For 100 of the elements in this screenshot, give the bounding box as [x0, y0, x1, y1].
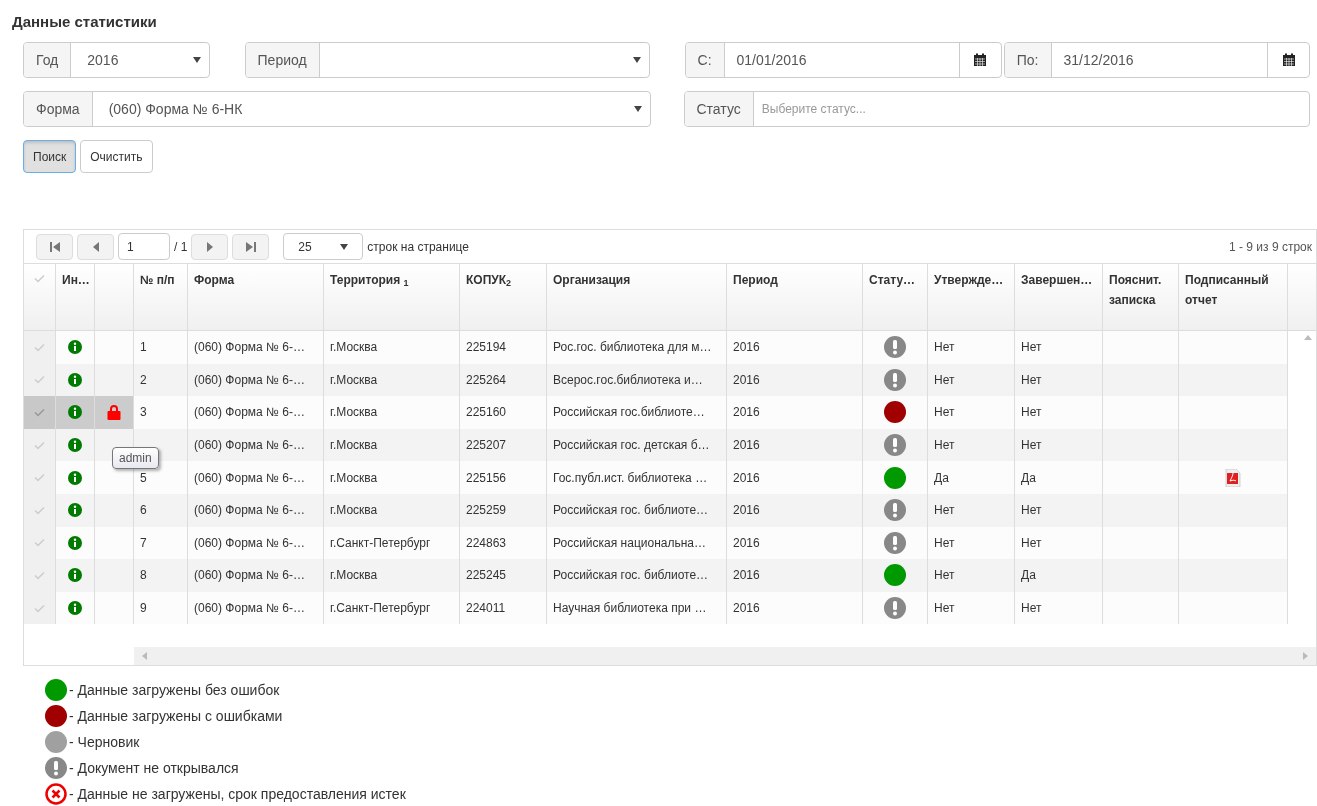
info-icon[interactable] [68, 470, 82, 485]
info-icon[interactable] [68, 503, 82, 518]
completed-value: Нет [1021, 600, 1042, 618]
approved-value: Нет [934, 404, 955, 422]
clear-button[interactable]: Очистить [80, 140, 153, 173]
column-header[interactable]: Стату… [869, 270, 921, 290]
territory: г.Санкт-Петербург [330, 534, 431, 552]
form-name: (060) Форма № 6-… [194, 502, 305, 520]
column-header[interactable]: Организация [553, 270, 720, 290]
organization: Российская гос. библиоте… [553, 567, 709, 585]
column-header[interactable]: № п/п [140, 270, 181, 290]
field-label: С: [685, 43, 725, 77]
form-select[interactable]: Форма (060) Форма № 6-НК [23, 91, 651, 127]
first-page-button[interactable] [36, 233, 73, 260]
check-icon[interactable] [34, 274, 45, 283]
page-size-select[interactable]: 25 [283, 233, 364, 260]
table-row[interactable]: 2 (060) Форма № 6-… г.Москва 225264 Всерос.гос.библиотека и… 2016 Нет Нет [24, 363, 1288, 397]
completed-value: Нет [1021, 371, 1042, 389]
check-icon[interactable] [34, 473, 45, 483]
organization: Научная библиотека при … [553, 600, 707, 618]
territory: г.Санкт-Петербург [330, 600, 431, 618]
form-name: (060) Форма № 6-… [194, 371, 305, 389]
kopuk-code: 225160 [466, 404, 507, 422]
info-icon[interactable] [68, 568, 82, 583]
table-row[interactable]: 3 (060) Форма № 6-… г.Москва 225160 Российская гос.библиоте… 2016 Нет Нет [24, 396, 1288, 429]
legend-text: - Черновик [69, 732, 140, 752]
row-number: 9 [140, 600, 147, 618]
kopuk-code: 225207 [466, 437, 507, 455]
completed-value: Нет [1021, 502, 1042, 520]
column-header[interactable]: КОПУК$_{2}$ [466, 270, 540, 290]
check-icon[interactable] [34, 538, 45, 548]
period: 2016 [733, 567, 760, 585]
caret-icon [340, 243, 349, 250]
table-row[interactable]: 9 (060) Форма № 6-… г.Санкт-Петербург 224011 Научная библиотека при … 2016 Нет Нет [24, 591, 1288, 625]
row-count: 1 - 9 из 9 строк [1229, 238, 1312, 256]
column-header[interactable]: Ин… [62, 270, 88, 290]
kopuk-code: 225156 [466, 469, 507, 487]
kopuk-code: 225194 [466, 339, 507, 357]
approved-value: Нет [934, 371, 955, 389]
table-row[interactable]: 7 (060) Форма № 6-… г.Санкт-Петербург 224863 Российская национальна… 2016 Нет Нет [24, 526, 1288, 560]
form-name: (060) Форма № 6-… [194, 534, 305, 552]
next-page-button[interactable] [191, 233, 229, 260]
check-icon[interactable] [34, 375, 45, 385]
check-icon[interactable] [34, 342, 45, 352]
tooltip: admin [112, 447, 159, 469]
caret-icon [632, 57, 641, 63]
table-row[interactable]: 1 (060) Форма № 6-… г.Москва 225194 Рос.гос. библиотека для м… 2016 Нет Нет [24, 331, 1288, 364]
search-button[interactable]: Поиск [23, 140, 77, 173]
check-icon[interactable] [34, 603, 45, 613]
period: 2016 [733, 437, 760, 455]
form-name: (060) Форма № 6-… [194, 339, 305, 357]
check-icon[interactable] [34, 408, 45, 417]
table-row[interactable]: 8 (060) Форма № 6-… г.Москва 225245 Российская гос. библиоте… 2016 Нет Да [24, 559, 1288, 592]
status-field[interactable]: Статус Выберите статус... [683, 91, 1310, 127]
column-header[interactable]: Период [733, 270, 856, 290]
period-select[interactable]: Период [244, 42, 650, 78]
organization: Российская гос.библиоте… [553, 404, 705, 422]
info-icon[interactable] [68, 405, 82, 420]
date-field[interactable]: С: 01/01/2016 [684, 42, 1002, 78]
completed-value: Нет [1021, 534, 1042, 552]
organization: Гос.публ.ист. библиотека … [553, 469, 708, 487]
check-icon[interactable] [34, 570, 45, 580]
page-size-label: строк на странице [367, 238, 469, 256]
column-header[interactable]: Территория $_{1}$ [330, 270, 453, 290]
period: 2016 [733, 502, 760, 520]
row-number: 1 [140, 339, 147, 357]
table-row[interactable]: 6 (060) Форма № 6-… г.Москва 225259 Российская гос. библиоте… 2016 Нет Нет [24, 493, 1288, 527]
info-icon[interactable] [68, 372, 82, 387]
territory: г.Москва [330, 502, 378, 520]
field-label: Год [24, 43, 72, 77]
table-row[interactable]: 5 (060) Форма № 6-… г.Москва 225156 Гос.публ.ист. библиотека … 2016 Да Да [24, 461, 1288, 494]
column-header[interactable]: Подписанный отчет [1185, 270, 1281, 310]
period: 2016 [733, 600, 760, 618]
date-field[interactable]: По: 31/12/2016 [1003, 42, 1310, 78]
info-icon[interactable] [68, 340, 82, 355]
info-icon[interactable] [68, 601, 82, 616]
last-page-button[interactable] [232, 233, 270, 260]
lock-icon[interactable] [106, 404, 122, 421]
organization: Российская национальна… [553, 534, 706, 552]
legend-text: - Документ не открывался [69, 758, 239, 778]
territory: г.Москва [330, 469, 378, 487]
organization: Российская гос. детская б… [553, 437, 710, 455]
completed-value: Да [1021, 469, 1036, 487]
form-name: (060) Форма № 6-… [194, 600, 305, 618]
column-header[interactable]: Утвержде… [934, 270, 1008, 290]
column-header[interactable]: Пояснит. записка [1109, 270, 1172, 310]
previous-page-button[interactable] [77, 233, 114, 260]
info-icon[interactable] [68, 535, 82, 550]
check-icon[interactable] [34, 440, 45, 450]
page-field[interactable]: 1 [118, 233, 170, 260]
pdf-icon[interactable] [1225, 468, 1241, 487]
form-name: (060) Форма № 6-… [194, 469, 305, 487]
check-icon[interactable] [34, 505, 45, 515]
column-header[interactable]: Завершен… [1021, 270, 1096, 290]
field-label: По: [1004, 43, 1052, 77]
year-select[interactable]: Год 2016 [23, 42, 210, 78]
caret-icon [633, 106, 642, 112]
column-header[interactable]: Форма [194, 270, 317, 290]
info-icon[interactable] [68, 438, 82, 453]
page-title: Данные статистики [12, 12, 157, 32]
